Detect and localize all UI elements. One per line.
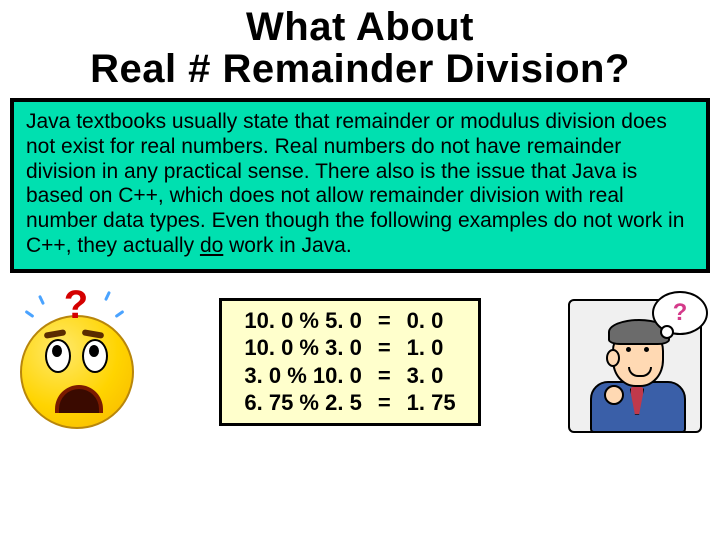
explanation-text-pre: Java textbooks usually state that remain… (26, 110, 684, 257)
emoji-eye-right (82, 339, 108, 373)
spark-icon (104, 290, 111, 300)
question-mark-icon: ? (58, 283, 94, 327)
confused-emoji-image: ? (10, 287, 140, 437)
table-row: 10. 0 % 5. 0 = 0. 0 (236, 307, 463, 335)
spark-icon (38, 294, 45, 304)
man-eye-left (626, 347, 631, 352)
bubble-text: ? (673, 299, 688, 327)
slide-title: What About Real # Remainder Division? (0, 6, 720, 90)
eq-cell: = (370, 334, 399, 362)
explanation-box: Java textbooks usually state that remain… (10, 98, 710, 273)
result-cell: 1. 75 (399, 389, 464, 417)
man-hand (604, 385, 624, 405)
title-line-2: Real # Remainder Division? (90, 47, 630, 91)
examples-table: 10. 0 % 5. 0 = 0. 0 10. 0 % 3. 0 = 1. 0 … (236, 307, 463, 417)
confused-man-image: ? (560, 287, 710, 437)
explanation-text-underlined: do (200, 234, 223, 257)
examples-box: 10. 0 % 5. 0 = 0. 0 10. 0 % 3. 0 = 1. 0 … (219, 298, 480, 426)
eq-cell: = (370, 362, 399, 390)
result-cell: 0. 0 (399, 307, 464, 335)
thought-bubble-icon: ? (652, 291, 708, 335)
expr-cell: 3. 0 % 10. 0 (236, 362, 369, 390)
explanation-text-post: work in Java. (223, 234, 351, 257)
expr-cell: 10. 0 % 3. 0 (236, 334, 369, 362)
man-ear (606, 349, 620, 367)
table-row: 3. 0 % 10. 0 = 3. 0 (236, 362, 463, 390)
spark-icon (25, 309, 35, 317)
eq-cell: = (370, 307, 399, 335)
eq-cell: = (370, 389, 399, 417)
table-row: 10. 0 % 3. 0 = 1. 0 (236, 334, 463, 362)
man-eye-right (644, 347, 649, 352)
expr-cell: 6. 75 % 2. 5 (236, 389, 369, 417)
result-cell: 3. 0 (399, 362, 464, 390)
title-line-1: What About (246, 5, 474, 49)
emoji-eye-left (45, 339, 71, 373)
spark-icon (115, 309, 125, 317)
bottom-row: ? 10. 0 % 5. 0 = 0. 0 10. 0 % 3. 0 = 1. … (10, 287, 710, 437)
table-row: 6. 75 % 2. 5 = 1. 75 (236, 389, 463, 417)
result-cell: 1. 0 (399, 334, 464, 362)
expr-cell: 10. 0 % 5. 0 (236, 307, 369, 335)
